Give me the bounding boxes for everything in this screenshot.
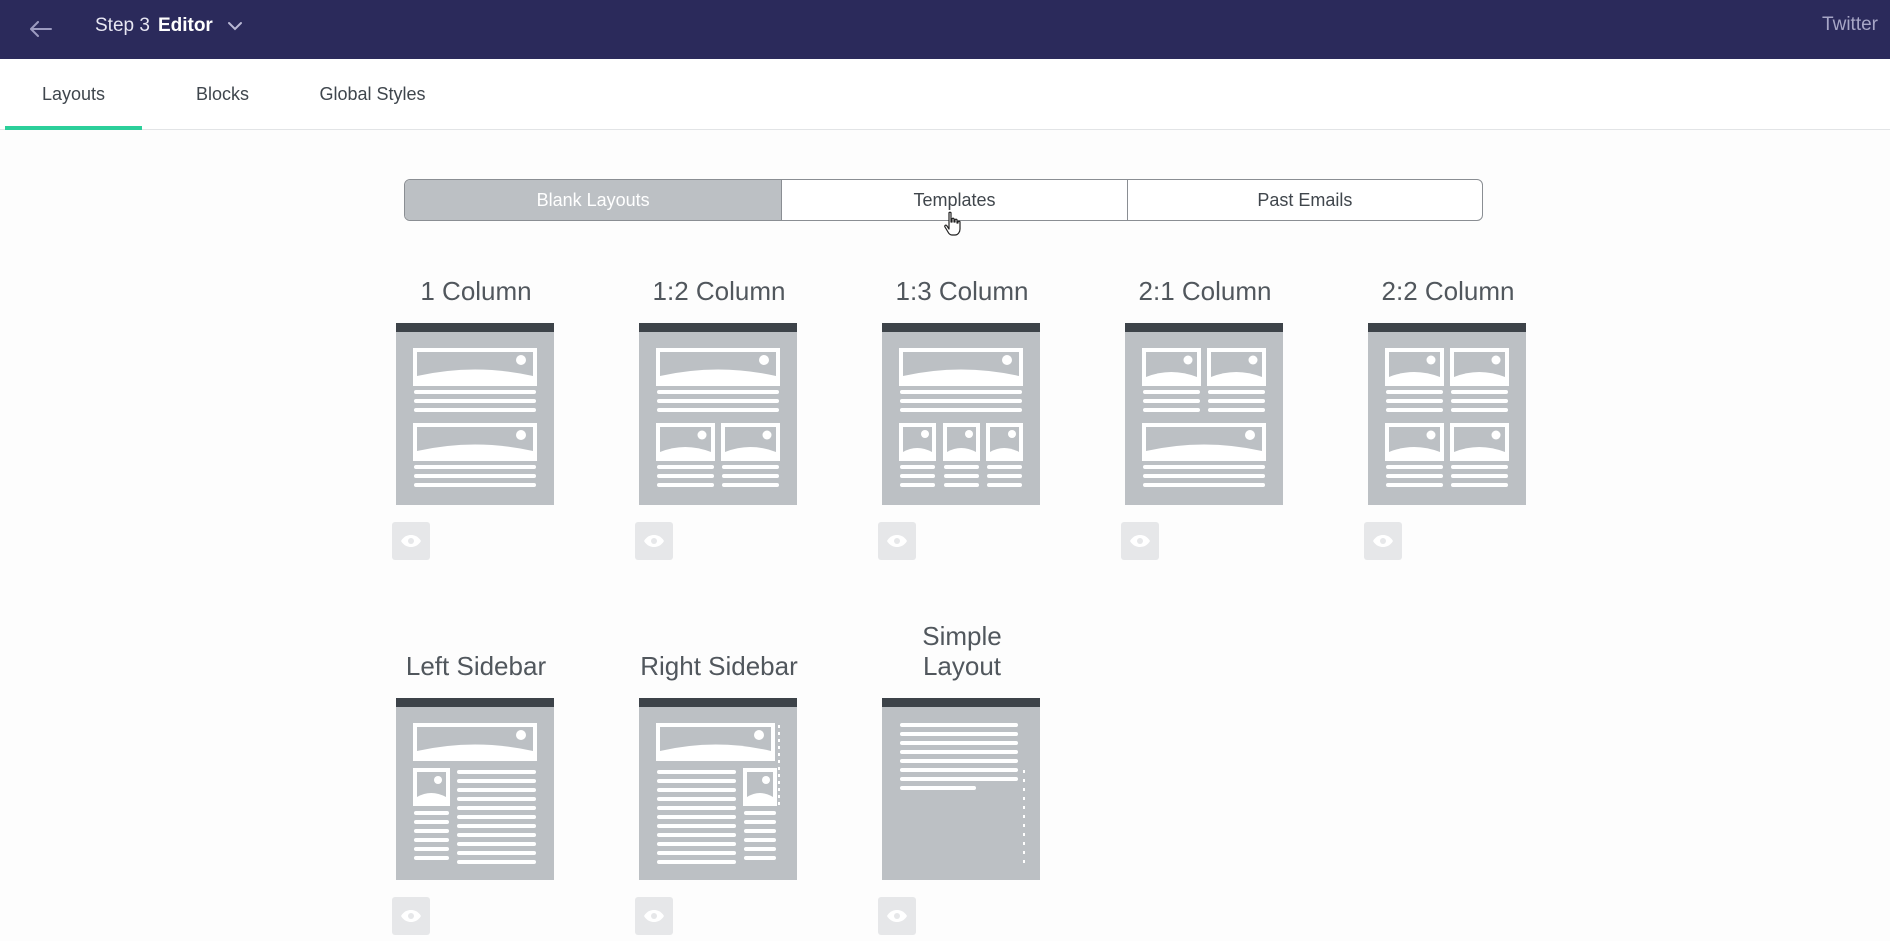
preview-button[interactable] xyxy=(1364,522,1402,560)
preview-button[interactable] xyxy=(878,897,916,935)
campaign-name: Twitter xyxy=(1822,14,1878,35)
eye-icon xyxy=(1373,535,1393,547)
eye-icon xyxy=(401,910,421,922)
arrow-left-icon xyxy=(30,21,52,37)
layout-title: 1:2 Column xyxy=(652,276,786,306)
preview-button[interactable] xyxy=(392,522,430,560)
tab-blocks[interactable]: Blocks xyxy=(170,59,275,129)
past-emails-button[interactable]: Past Emails xyxy=(1126,180,1482,220)
tab-layouts[interactable]: Layouts xyxy=(5,59,142,130)
eye-icon xyxy=(887,910,907,922)
two-one-column-layout-icon[interactable] xyxy=(1125,323,1283,505)
editor-tabs: Layouts Blocks Global Styles xyxy=(0,59,1890,130)
step-label: Step 3 xyxy=(95,15,150,36)
layout-title: Left Sidebar xyxy=(405,651,547,681)
layout-card-1-3-column: 1:3 Column xyxy=(878,246,1042,560)
left-sidebar-layout-icon[interactable] xyxy=(396,698,554,880)
layout-card-left-sidebar: Left Sidebar xyxy=(392,621,556,935)
one-two-column-layout-icon[interactable] xyxy=(639,323,797,505)
eye-icon xyxy=(887,535,907,547)
layout-card-1-column: 1 Column xyxy=(392,246,556,560)
simple-layout-icon[interactable] xyxy=(882,698,1040,880)
chevron-down-icon xyxy=(227,21,243,31)
eye-icon xyxy=(1130,535,1150,547)
one-three-column-layout-icon[interactable] xyxy=(882,323,1040,505)
layout-title: 2:2 Column xyxy=(1381,276,1515,306)
layout-title: Simple Layout xyxy=(922,621,1002,681)
top-bar: Step 3 Editor Twitter xyxy=(0,0,1890,59)
hand-cursor-icon xyxy=(944,211,961,236)
tab-global-styles[interactable]: Global Styles xyxy=(300,59,445,129)
layout-card-simple-layout: Simple Layout xyxy=(878,621,1042,935)
eye-icon xyxy=(401,535,421,547)
eye-icon xyxy=(644,535,664,547)
preview-button[interactable] xyxy=(635,522,673,560)
back-button[interactable] xyxy=(24,12,58,46)
layout-title: 1:3 Column xyxy=(895,276,1029,306)
right-sidebar-layout-icon[interactable] xyxy=(639,698,797,880)
preview-button[interactable] xyxy=(878,522,916,560)
layout-card-2-2-column: 2:2 Column xyxy=(1364,246,1528,560)
two-two-column-layout-icon[interactable] xyxy=(1368,323,1526,505)
step-name: Editor xyxy=(157,15,213,36)
layout-card-1-2-column: 1:2 Column xyxy=(635,246,799,560)
step-selector[interactable]: Step 3 Editor xyxy=(95,0,243,52)
layout-title: 1 Column xyxy=(420,276,532,306)
layout-card-2-1-column: 2:1 Column xyxy=(1121,246,1285,560)
blank-layouts-button[interactable]: Blank Layouts xyxy=(405,180,782,220)
preview-button[interactable] xyxy=(635,897,673,935)
one-column-layout-icon[interactable] xyxy=(396,323,554,505)
layout-title: 2:1 Column xyxy=(1138,276,1272,306)
layout-card-right-sidebar: Right Sidebar xyxy=(635,621,799,935)
layout-title: Right Sidebar xyxy=(640,651,798,681)
preview-button[interactable] xyxy=(1121,522,1159,560)
eye-icon xyxy=(644,910,664,922)
preview-button[interactable] xyxy=(392,897,430,935)
